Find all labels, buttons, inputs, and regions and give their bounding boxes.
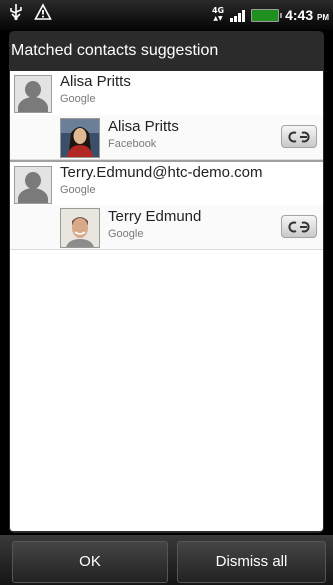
- link-contact-button[interactable]: [281, 125, 317, 148]
- clock-ampm: PM: [317, 13, 329, 22]
- notification-icons: [8, 3, 52, 21]
- battery-icon: [251, 8, 283, 22]
- warning-icon: [34, 3, 52, 21]
- signal-strength-icon: [230, 8, 246, 22]
- contact-source: Google: [60, 184, 96, 196]
- default-contact-avatar-icon: [14, 75, 52, 113]
- contact-name: Terry.Edmund@htc-demo.com: [60, 164, 263, 181]
- usb-icon: [8, 3, 24, 21]
- clock: 4:43 PM: [285, 7, 329, 23]
- dialog-title: Matched contacts suggestion: [11, 42, 219, 59]
- link-icon: [288, 221, 310, 232]
- ok-button[interactable]: OK: [12, 541, 168, 583]
- status-bar: 4G ▲▼ 4:43 PM: [0, 0, 333, 30]
- match-name: Alisa Pritts: [108, 118, 179, 135]
- match-source: Facebook: [108, 138, 157, 150]
- dialog-button-bar: OK Dismiss all: [0, 535, 333, 585]
- contact-photo: [60, 208, 100, 248]
- match-name: Terry Edmund: [108, 208, 202, 225]
- contact-photo: [60, 118, 100, 158]
- network-type-indicator: 4G ▲▼: [211, 6, 225, 23]
- match-source: Google: [108, 228, 144, 240]
- dismiss-all-button[interactable]: Dismiss all: [177, 541, 326, 583]
- clock-time: 4:43: [285, 7, 314, 23]
- contact-row[interactable]: Terry.Edmund@htc-demo.com Google: [10, 160, 323, 207]
- suggested-match-row[interactable]: Terry Edmund Google: [10, 205, 323, 250]
- suggestions-list: Alisa Pritts Google Alisa Pritts Faceboo…: [10, 71, 323, 531]
- contact-source: Google: [60, 93, 96, 105]
- contact-name: Alisa Pritts: [60, 73, 131, 90]
- suggested-match-row[interactable]: Alisa Pritts Facebook: [10, 115, 323, 160]
- link-icon: [288, 131, 310, 142]
- link-contact-button[interactable]: [281, 215, 317, 238]
- default-contact-avatar-icon: [14, 166, 52, 204]
- contact-row[interactable]: Alisa Pritts Google: [10, 71, 323, 116]
- matched-contacts-dialog: Matched contacts suggestion Alisa Pritts…: [9, 31, 324, 533]
